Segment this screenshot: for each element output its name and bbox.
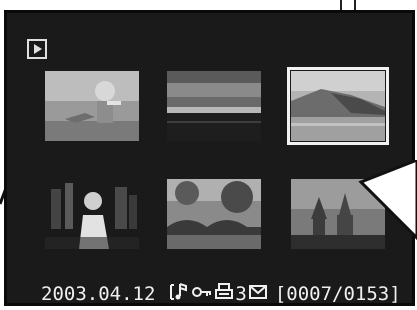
status-bar: 2003.04.12 3 [0007/0153] bbox=[41, 279, 401, 309]
bridge-trees-image bbox=[167, 179, 261, 249]
printer-icon bbox=[214, 282, 234, 307]
play-mode-icon bbox=[27, 39, 47, 59]
frame-counter: [0007/0153] bbox=[274, 283, 401, 305]
lcd-display: 2003.04.12 3 [0007/0153] bbox=[4, 10, 415, 306]
print-count: 3 bbox=[235, 283, 247, 305]
coastal-cliffs-image bbox=[291, 71, 385, 141]
camera-screen-illustration: 2003.04.12 3 [0007/0153] bbox=[0, 0, 417, 310]
thumbnail-4[interactable] bbox=[45, 179, 139, 249]
image-date: 2003.04.12 bbox=[41, 283, 156, 305]
lock-key-icon bbox=[192, 282, 212, 307]
thumbnail-1[interactable] bbox=[45, 71, 139, 141]
thumbnail-5[interactable] bbox=[167, 179, 261, 249]
pointer-arrow-icon bbox=[358, 160, 417, 240]
thumbnail-3-selected[interactable] bbox=[287, 67, 389, 145]
mail-icon bbox=[248, 282, 268, 307]
thumbnail-2[interactable] bbox=[167, 71, 261, 141]
sunset-sea-image bbox=[167, 71, 261, 141]
voice-memo-icon bbox=[168, 282, 190, 307]
child-beach-image bbox=[45, 71, 139, 141]
woman-city-night-image bbox=[45, 179, 139, 249]
